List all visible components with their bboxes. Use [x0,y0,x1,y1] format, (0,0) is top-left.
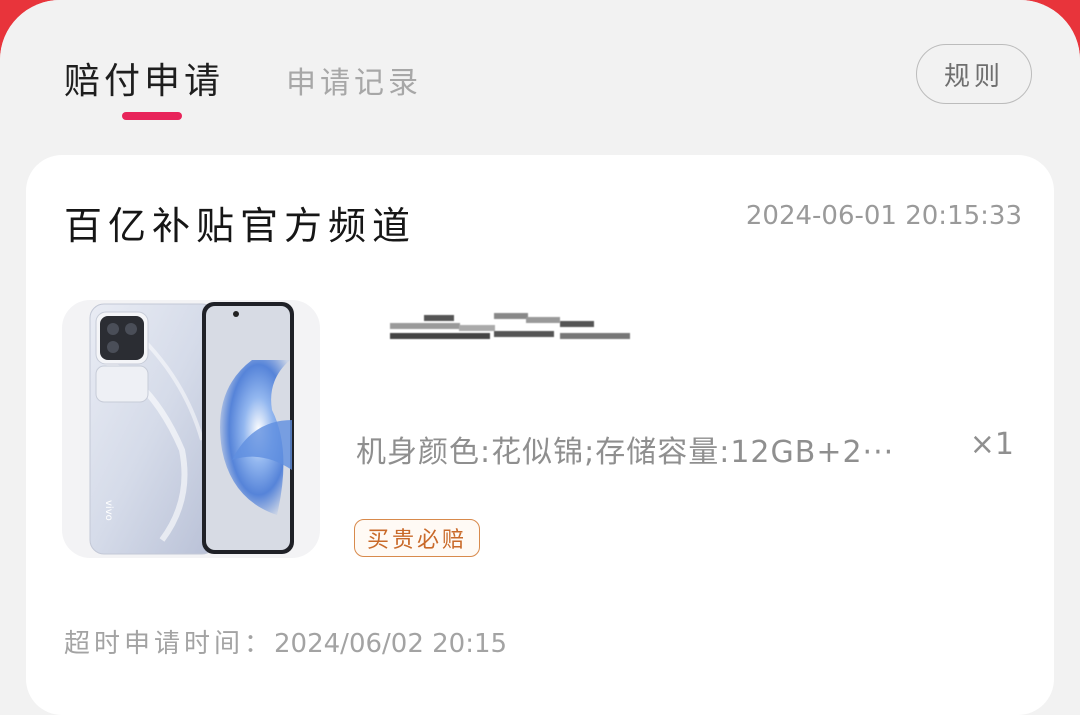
svg-text:vivo: vivo [103,500,114,521]
deadline-label: 超时申请时间： [64,629,275,659]
tab-claim-application[interactable]: 赔付申请 [64,52,224,104]
tab-application-records[interactable]: 申请记录 [286,58,422,102]
rules-button[interactable]: 规则 [916,44,1032,104]
claim-card[interactable]: 百亿补贴官方频道 2024-06-01 20:15:33 vivo 机身颜色:花… [26,155,1054,715]
price-protection-badge: 买贵必赔 [354,519,481,557]
claim-deadline: 超时申请时间：2024/06/02 20:15 [64,623,507,660]
order-time: 2024-06-01 20:15:33 [745,201,1022,231]
phone-icon: vivo [89,302,294,555]
active-tab-indicator [122,112,182,120]
deadline-value: 2024/06/02 20:15 [274,629,508,659]
phone-product-image[interactable]: vivo [62,300,320,558]
product-spec: 机身颜色:花似锦;存储容量:12GB+2··· [356,435,895,470]
product-quantity: ×1 [969,427,1014,462]
shop-name: 百亿补贴官方频道 [64,204,417,248]
product-title-blurred [354,313,634,343]
